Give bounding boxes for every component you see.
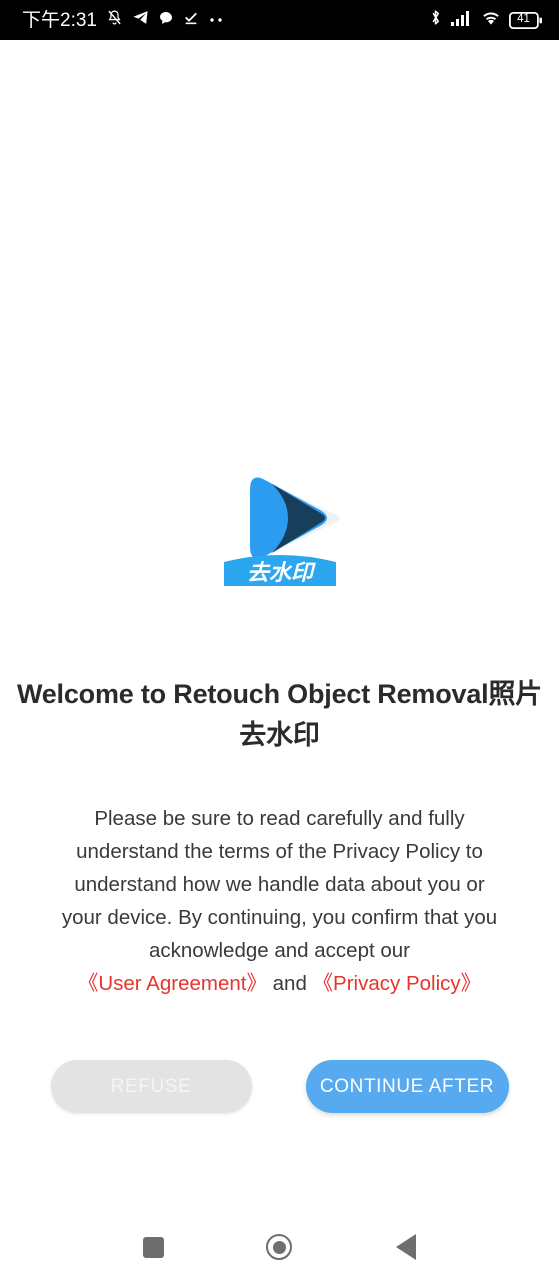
logo-banner-text: 去水印 xyxy=(246,560,315,585)
user-agreement-link[interactable]: 《User Agreement》 xyxy=(78,972,267,995)
bluetooth-icon xyxy=(428,8,443,32)
chat-bubble-icon xyxy=(158,10,174,31)
bell-muted-icon xyxy=(106,9,123,31)
home-button[interactable] xyxy=(256,1224,302,1270)
status-bar-left: 下午2:31 xyxy=(22,9,225,31)
refuse-button[interactable]: REFUSE xyxy=(50,1060,252,1113)
battery-icon: 41 xyxy=(509,11,543,29)
recents-button[interactable] xyxy=(130,1224,176,1270)
retouch-app-logo: 去水印 xyxy=(210,458,350,588)
more-dots-icon xyxy=(208,11,225,29)
battery-percent-label: 41 xyxy=(517,13,530,26)
back-button[interactable] xyxy=(383,1224,429,1270)
check-underline-icon xyxy=(183,10,199,31)
recents-square-icon xyxy=(142,1236,164,1258)
dialog-button-row: REFUSE CONTINUE AFTER xyxy=(0,1060,559,1113)
privacy-paragraph: Please be sure to read carefully and ful… xyxy=(0,802,559,1000)
privacy-paragraph-text: Please be sure to read carefully and ful… xyxy=(61,807,498,962)
phone-screen: 下午2:31 41 去水印 Welcome to Retouch Object … xyxy=(0,0,559,1280)
android-navigation-bar xyxy=(0,1214,559,1280)
privacy-policy-link[interactable]: 《Privacy Policy》 xyxy=(313,972,482,995)
cellular-signal-icon xyxy=(451,10,473,31)
home-circle-icon xyxy=(266,1234,293,1260)
continue-button[interactable]: CONTINUE AFTER xyxy=(305,1060,509,1113)
status-bar-clock: 下午2:31 xyxy=(22,9,97,31)
status-bar-right: 41 xyxy=(428,8,543,32)
wifi-icon xyxy=(481,10,501,31)
page-title: Welcome to Retouch Object Removal照片去水印 xyxy=(16,679,543,750)
back-triangle-icon xyxy=(395,1234,416,1260)
status-bar: 下午2:31 41 xyxy=(0,0,559,40)
send-icon xyxy=(132,9,149,31)
paragraph-conjunction: and xyxy=(266,972,313,995)
main-content: 去水印 Welcome to Retouch Object Removal照片去… xyxy=(0,40,559,1214)
